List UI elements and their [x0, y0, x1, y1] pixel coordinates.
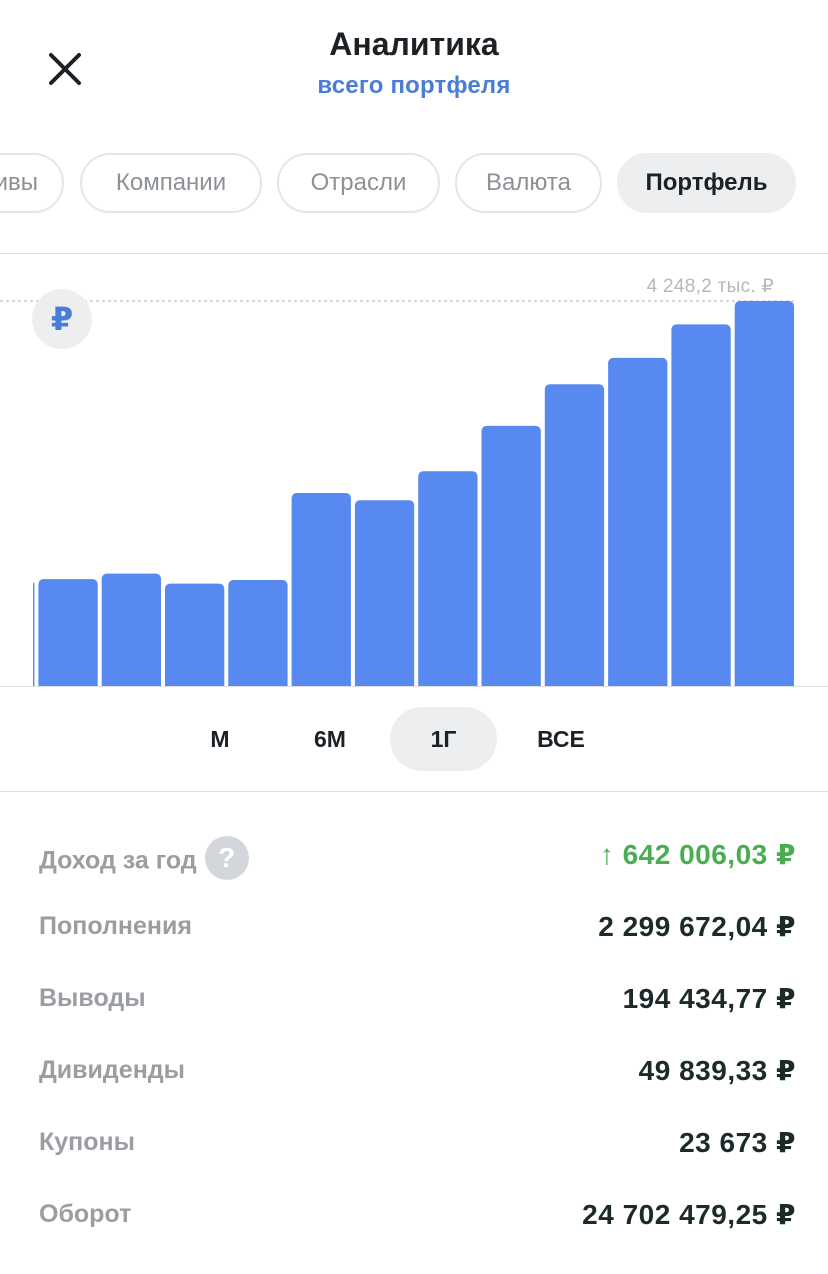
- arrow-up-icon: ↑: [599, 839, 615, 870]
- chart-bar-5[interactable]: [291, 493, 351, 687]
- chip-currency[interactable]: Валюта: [455, 153, 602, 213]
- chart-bar-11[interactable]: [671, 324, 731, 687]
- withdrawals-value: 194 434,77 ₽: [622, 983, 796, 1014]
- chart-bar-1[interactable]: [38, 579, 98, 687]
- income-value: ↑ 642 006,03 ₽: [599, 839, 796, 870]
- stat-row-turnover: Оборот 24 702 479,25 ₽: [0, 1186, 828, 1246]
- chart-bar-8[interactable]: [481, 425, 541, 687]
- chart-bar-6[interactable]: [354, 500, 415, 687]
- stat-row-withdrawals: Выводы 194 434,77 ₽: [0, 970, 828, 1030]
- chart-bar-4[interactable]: [228, 580, 288, 687]
- stat-row-income: Доход за год? ↑ 642 006,03 ₽: [0, 826, 828, 886]
- category-chips: ивы Компании Отрасли Валюта Портфель: [0, 153, 828, 213]
- stat-row-dividends: Дивиденды 49 839,33 ₽: [0, 1042, 828, 1102]
- period-month[interactable]: М: [180, 707, 260, 771]
- currency-toggle-button[interactable]: ₽: [32, 289, 92, 349]
- page-title: Аналитика: [329, 26, 499, 62]
- chart-bar-10[interactable]: [608, 357, 668, 687]
- period-year[interactable]: 1Г: [390, 707, 497, 771]
- stat-row-deposits: Пополнения 2 299 672,04 ₽: [0, 898, 828, 958]
- chart-bar-9[interactable]: [544, 384, 605, 687]
- max-value-label: 4 248,2 тыс. ₽: [646, 276, 774, 297]
- help-icon[interactable]: ?: [204, 836, 249, 880]
- income-label: Доход за год: [39, 846, 197, 875]
- chip-assets[interactable]: ивы: [0, 153, 64, 213]
- divider: [0, 253, 828, 254]
- withdrawals-label: Выводы: [39, 984, 146, 1012]
- deposits-value: 2 299 672,04 ₽: [598, 911, 796, 942]
- turnover-label: Оборот: [39, 1200, 132, 1228]
- bar-chart: [0, 300, 794, 687]
- chip-sectors[interactable]: Отрасли: [277, 153, 440, 213]
- chart-baseline: [0, 686, 828, 687]
- period-6months[interactable]: 6М: [288, 707, 372, 771]
- header: Аналитика всего портфеля: [0, 0, 828, 130]
- chip-companies[interactable]: Компании: [80, 153, 262, 213]
- chart-bar-7[interactable]: [418, 471, 478, 687]
- dividends-value: 49 839,33 ₽: [638, 1055, 796, 1086]
- coupons-label: Купоны: [39, 1128, 135, 1156]
- chart-bar-12[interactable]: [734, 301, 794, 687]
- period-selector: М 6М 1Г ВСЕ: [0, 707, 828, 771]
- divider: [0, 791, 828, 792]
- stat-row-coupons: Купоны 23 673 ₽: [0, 1114, 828, 1174]
- deposits-label: Пополнения: [39, 912, 192, 940]
- ruble-icon: ₽: [50, 301, 74, 337]
- page-subtitle: всего портфеля: [317, 72, 511, 99]
- turnover-value: 24 702 479,25 ₽: [582, 1199, 796, 1230]
- chart-bar-0[interactable]: [33, 581, 35, 687]
- period-all[interactable]: ВСЕ: [515, 707, 607, 771]
- portfolio-chart: 4 248,2 тыс. ₽ ₽: [0, 255, 828, 687]
- chart-bar-3[interactable]: [165, 583, 225, 687]
- chart-bar-2[interactable]: [101, 573, 161, 687]
- coupons-value: 23 673 ₽: [679, 1127, 796, 1158]
- chip-portfolio[interactable]: Портфель: [617, 153, 796, 213]
- dividends-label: Дивиденды: [39, 1056, 186, 1084]
